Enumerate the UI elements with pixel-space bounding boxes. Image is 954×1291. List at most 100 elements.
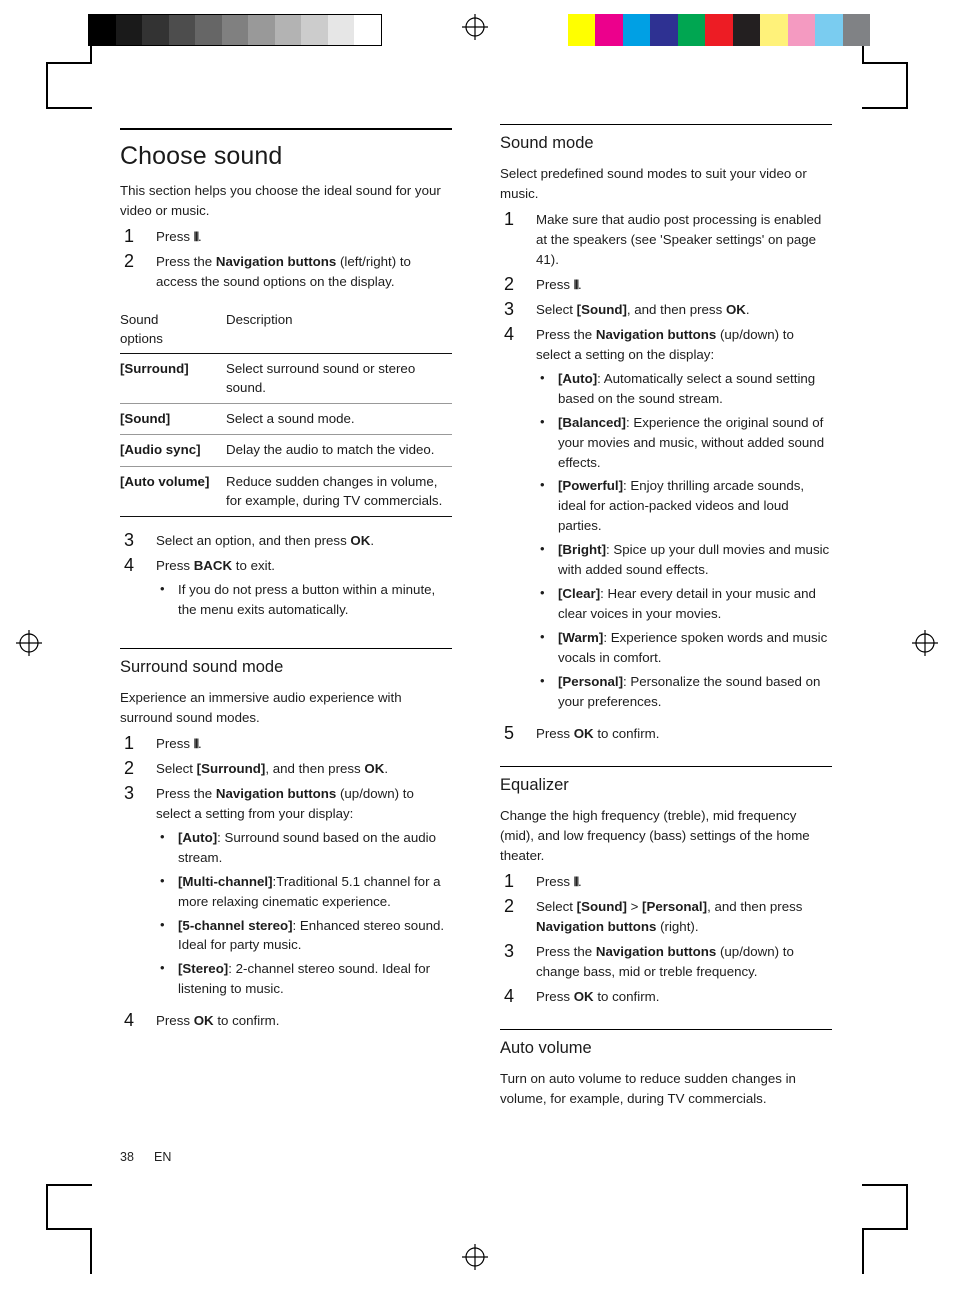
step-text: Press OK to confirm. — [536, 988, 660, 1004]
step-item: 1 Press ⦀. — [500, 871, 832, 892]
page-footer: 38 EN — [120, 1150, 171, 1164]
table-row: [Surround] Select surround sound or ster… — [120, 353, 452, 405]
crop-mark-bottom-right-h2 — [862, 1184, 908, 1186]
bullet-item: [Auto]: Surround sound based on the audi… — [156, 827, 452, 868]
step-text: Select an option, and then press OK. — [156, 533, 375, 549]
step-text: Select [Sound] > [Personal], and then pr… — [536, 899, 803, 934]
table-row: [Sound] Select a sound mode. — [120, 403, 452, 436]
step-number: 3 — [504, 298, 515, 319]
step-item: 2 Press ⦀. — [500, 274, 832, 295]
step-number: 4 — [504, 323, 515, 344]
table-cell-option: [Audio sync] — [120, 434, 226, 467]
step-item: 2 Press the Navigation buttons (left/rig… — [120, 251, 452, 292]
crop-mark-top-right-corner — [862, 107, 908, 109]
step-item: 1 Press ⦀. — [120, 733, 452, 754]
table-cell-description: Reduce sudden changes in volume, for exa… — [226, 466, 452, 518]
step-number: 2 — [504, 274, 515, 295]
bullet-item: [Bright]: Spice up your dull movies and … — [536, 539, 832, 580]
bullet-item: [Multi-channel]:Traditional 5.1 channel … — [156, 871, 452, 912]
color-patch-9 — [815, 14, 843, 46]
crop-mark-bottom-left-v2 — [90, 1228, 92, 1274]
step-number: 4 — [124, 1010, 135, 1031]
gray-patch-7 — [274, 15, 302, 45]
table-row: [Audio sync] Delay the audio to match th… — [120, 434, 452, 467]
step-text: Press ⦀. — [156, 229, 202, 245]
step-number: 3 — [124, 530, 135, 551]
table-cell-description: Select a sound mode. — [226, 403, 452, 436]
step-number: 1 — [504, 871, 515, 892]
step-item: 2 Select [Surround], and then press OK. — [120, 757, 452, 779]
surround-intro: Experience an immersive audio experience… — [120, 689, 402, 725]
color-patch-10 — [842, 14, 870, 46]
bullet-item: [Powerful]: Enjoy thrilling arcade sound… — [536, 475, 832, 536]
step-bullets: If you do not press a button within a mi… — [156, 579, 452, 620]
step-item: 4 Press BACK to exit. If you do not pres… — [120, 555, 452, 620]
step-number: 2 — [124, 251, 135, 272]
crop-mark-top-right-h — [862, 62, 908, 64]
step-number: 4 — [124, 555, 135, 576]
color-patch-8 — [787, 14, 816, 46]
step-text: Press ⦀. — [536, 874, 582, 890]
sound-mode-intro: Select predefined sound modes to suit yo… — [500, 165, 807, 201]
table-row: [Auto volume] Reduce sudden changes in v… — [120, 466, 452, 518]
footer-language: EN — [154, 1150, 172, 1164]
step-item: 4 Press the Navigation buttons (up/down)… — [500, 323, 832, 712]
step-item: 3 Select an option, and then press OK. — [120, 530, 452, 551]
registration-mark-bottom — [462, 1244, 488, 1270]
gray-patch-1 — [115, 15, 143, 45]
step-number: 1 — [504, 209, 515, 230]
step-number: 2 — [504, 896, 515, 917]
step-item: 3 Press the Navigation buttons (up/down)… — [500, 940, 832, 982]
gray-patch-0 — [89, 15, 116, 45]
equalizer-intro: Change the high frequency (treble), mid … — [500, 807, 810, 863]
step-item: 3 Select [Sound], and then press OK. — [500, 298, 832, 320]
step-number: 4 — [504, 985, 515, 1006]
bullet-item: [Personal]: Personalize the sound based … — [536, 671, 832, 712]
bullet-item: [Warm]: Experience spoken words and musi… — [536, 627, 832, 668]
bullet-item: [Stereo]: 2-channel stereo sound. Ideal … — [156, 958, 452, 999]
table-cell-description: Delay the audio to match the video. — [226, 434, 452, 467]
manual-page: Choose sound This section helps you choo… — [0, 0, 954, 1291]
gray-patch-2 — [142, 15, 169, 45]
step-number: 3 — [124, 782, 135, 803]
step-item: 5 Press OK to confirm. — [500, 723, 832, 744]
section-heading-auto-volume: Auto volume — [500, 1028, 832, 1059]
step-text: Press ⦀. — [156, 736, 202, 752]
auto-volume-intro: Turn on auto volume to reduce sudden cha… — [500, 1070, 796, 1106]
color-patch-7 — [760, 14, 788, 46]
section-heading-equalizer: Equalizer — [500, 765, 832, 796]
table-header-description: Description — [226, 305, 452, 354]
step-number: 2 — [124, 757, 135, 778]
crop-mark-top-left-corner — [46, 107, 92, 109]
step-number: 1 — [124, 733, 135, 754]
bullet-item: [5-channel stereo]: Enhanced stereo soun… — [156, 915, 452, 956]
color-patch-5 — [705, 14, 733, 46]
section-heading-sound-mode: Sound mode — [500, 124, 832, 154]
step-item: 2 Select [Sound] > [Personal], and then … — [500, 896, 832, 937]
table-header-row: Sound options Description — [120, 305, 452, 354]
bullet-item: [Balanced]: Experience the original soun… — [536, 412, 832, 473]
crop-mark-bottom-left-v — [46, 1184, 48, 1230]
grayscale-test-strip — [88, 14, 382, 46]
gray-patch-5 — [221, 15, 249, 45]
registration-mark-top — [462, 14, 488, 40]
step-number: 3 — [504, 940, 515, 961]
color-test-strip — [568, 14, 870, 46]
step-item: 4 Press OK to confirm. — [500, 985, 832, 1007]
step-item: 1 Make sure that audio post processing i… — [500, 209, 832, 270]
gray-patch-8 — [301, 15, 328, 45]
steps-surround: 1 Press ⦀. 2 Select [Surround], and then… — [120, 733, 452, 1031]
registration-mark-left — [16, 630, 42, 656]
color-patch-2 — [622, 14, 651, 46]
left-column: Choose sound This section helps you choo… — [120, 128, 452, 1031]
crop-mark-bottom-left-h — [46, 1228, 92, 1230]
color-patch-1 — [595, 14, 623, 46]
gray-patch-3 — [168, 15, 196, 45]
intro-paragraph: This section helps you choose the ideal … — [120, 182, 441, 218]
step-text: Select [Sound], and then press OK. — [536, 301, 750, 317]
table-cell-description: Select surround sound or stereo sound. — [226, 353, 452, 405]
step-text: Press the Navigation buttons (left/right… — [156, 254, 411, 290]
crop-mark-bottom-left-h2 — [46, 1184, 92, 1186]
bullet-item: [Auto]: Automatically select a sound set… — [536, 368, 832, 409]
crop-mark-top-left-h2 — [46, 62, 48, 108]
